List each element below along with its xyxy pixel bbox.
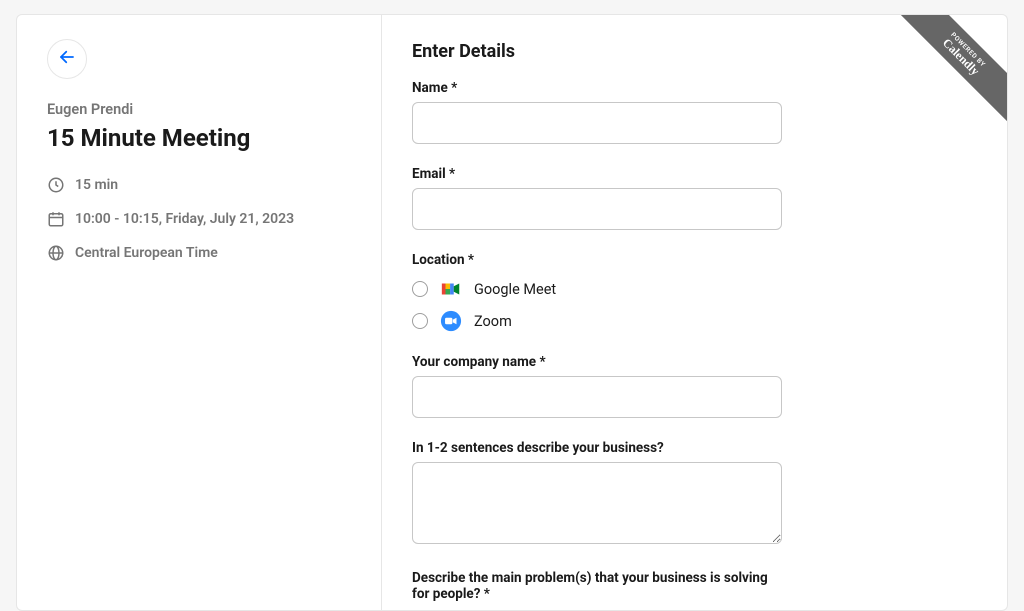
name-input[interactable] <box>412 102 782 144</box>
duration-row: 15 min <box>47 176 351 194</box>
calendar-icon <box>47 210 65 228</box>
location-option-zoom[interactable]: Zoom <box>412 310 977 332</box>
company-label: Your company name * <box>412 354 977 370</box>
location-option-google-meet[interactable]: Google Meet <box>412 278 977 300</box>
location-group: Location * Google Meet <box>412 252 977 332</box>
required-star: * <box>484 586 490 602</box>
globe-icon <box>47 244 65 262</box>
required-star: * <box>539 354 545 370</box>
timezone-row: Central European Time <box>47 244 351 262</box>
duration-text: 15 min <box>75 177 118 193</box>
form-panel: Enter Details Name * Email * Location * <box>382 15 1007 610</box>
required-star: * <box>449 166 455 182</box>
zoom-icon <box>440 310 462 332</box>
email-label: Email * <box>412 166 977 182</box>
location-label: Location * <box>412 252 977 268</box>
datetime-text: 10:00 - 10:15, Friday, July 21, 2023 <box>75 211 294 227</box>
required-star: * <box>451 80 457 96</box>
arrow-left-icon <box>58 48 76 70</box>
email-input[interactable] <box>412 188 782 230</box>
problem-label: Describe the main problem(s) that your b… <box>412 570 782 602</box>
name-label: Name * <box>412 80 977 96</box>
google-meet-icon <box>440 278 462 300</box>
required-star: * <box>468 252 474 268</box>
location-option-label: Zoom <box>474 313 512 330</box>
datetime-row: 10:00 - 10:15, Friday, July 21, 2023 <box>47 210 351 228</box>
host-name: Eugen Prendi <box>47 101 351 118</box>
back-button[interactable] <box>47 39 87 79</box>
meeting-title: 15 Minute Meeting <box>47 124 351 152</box>
booking-card: Eugen Prendi 15 Minute Meeting 15 min <box>16 14 1008 611</box>
radio-icon <box>412 281 428 297</box>
location-option-label: Google Meet <box>474 281 556 298</box>
summary-panel: Eugen Prendi 15 Minute Meeting 15 min <box>17 15 382 610</box>
company-input[interactable] <box>412 376 782 418</box>
radio-icon <box>412 313 428 329</box>
describe-business-input[interactable] <box>412 462 782 544</box>
describe-business-label: In 1-2 sentences describe your business? <box>412 440 977 456</box>
form-title: Enter Details <box>412 41 977 62</box>
timezone-text: Central European Time <box>75 245 218 261</box>
clock-icon <box>47 176 65 194</box>
